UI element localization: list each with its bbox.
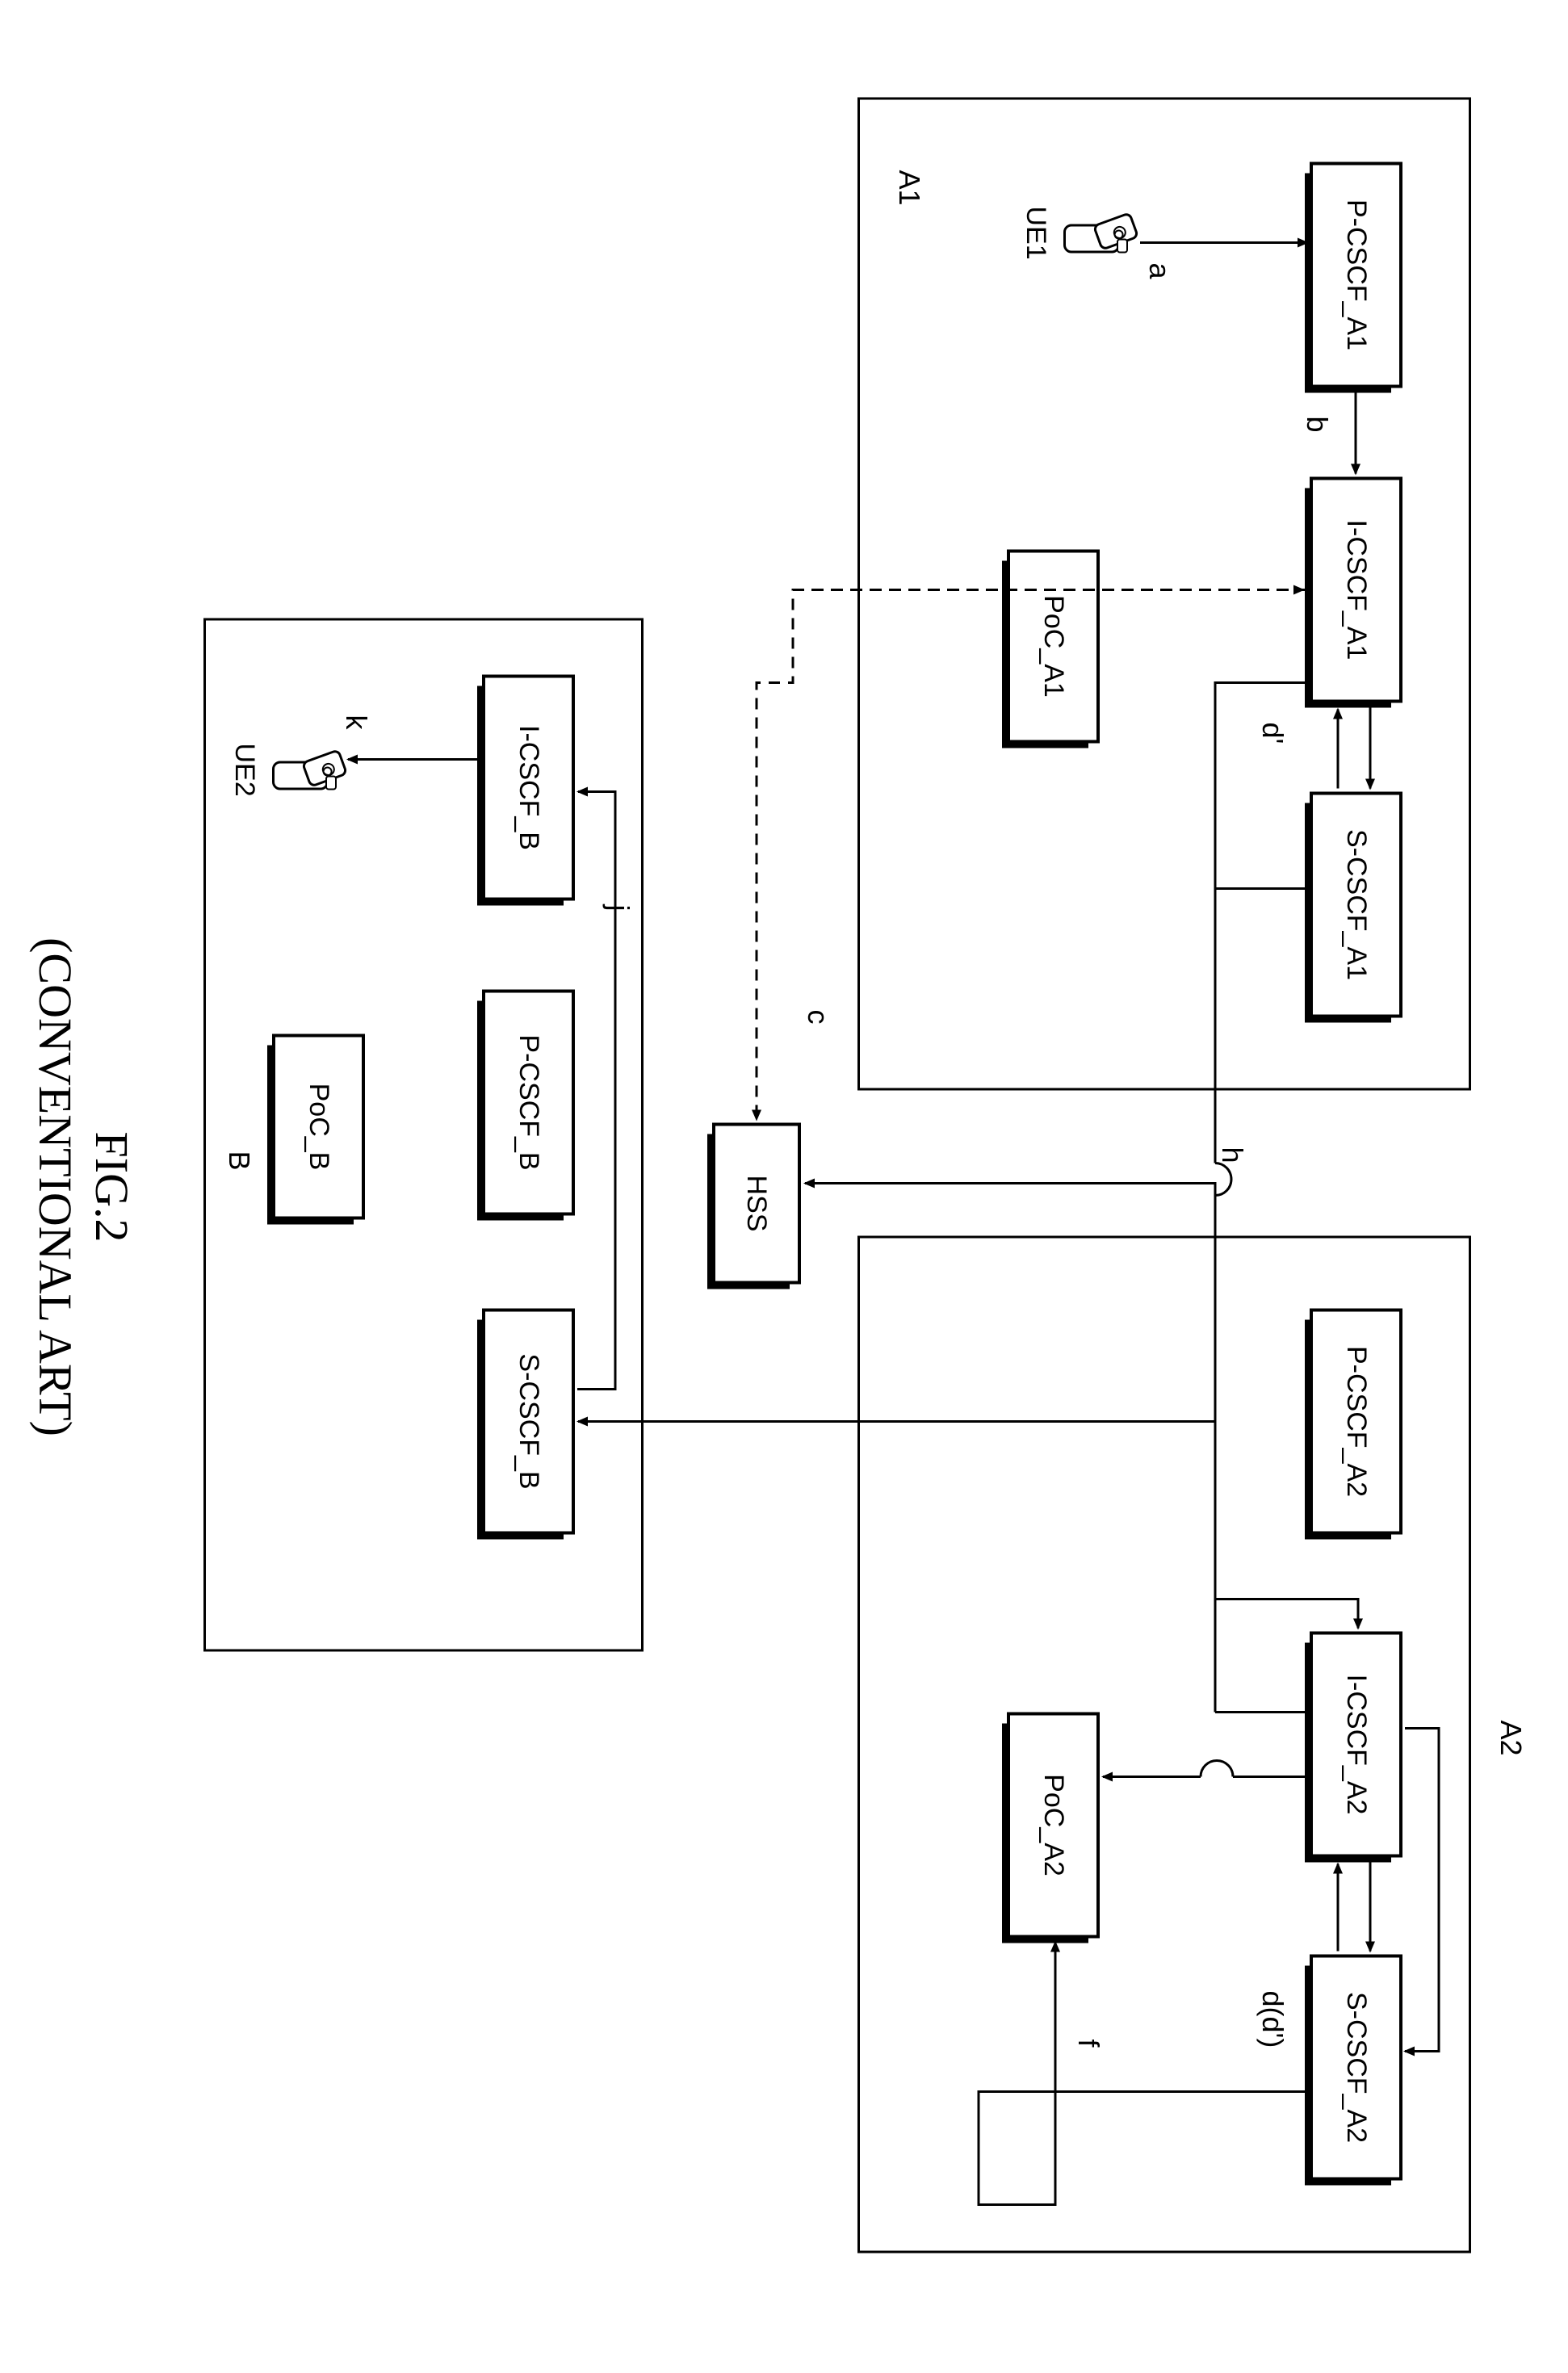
- block-i-cscf-a1: I-CSCF_A1: [1310, 476, 1402, 702]
- block-poc-a2: PoC_A2: [1007, 1712, 1100, 1938]
- edge-label-d-prime-a1: d': [1256, 722, 1289, 744]
- edge-label-h: h: [1215, 1147, 1249, 1163]
- phone-ue2: [268, 751, 345, 799]
- phone-ue1-label: UE1: [1020, 206, 1051, 259]
- block-poc-a1: PoC_A1: [1007, 549, 1100, 743]
- phone-ue2-label: UE2: [228, 743, 260, 796]
- edge-label-k: k: [339, 715, 373, 729]
- block-label: PoC_B: [303, 1083, 334, 1170]
- edge-label-j: j: [602, 904, 635, 911]
- region-a1-label: A1: [892, 170, 926, 205]
- block-p-cscf-a1: P-CSCF_A1: [1310, 161, 1402, 388]
- block-hss: HSS: [712, 1122, 801, 1284]
- region-b-label: B: [222, 1151, 256, 1170]
- edge-label-f: f: [1071, 2039, 1105, 2047]
- phone-ue1: [1059, 214, 1136, 262]
- block-label: PoC_A1: [1038, 595, 1069, 698]
- block-p-cscf-b: P-CSCF_B: [482, 989, 575, 1215]
- block-s-cscf-b: S-CSCF_B: [482, 1308, 575, 1534]
- figure-subtitle: (CONVENTIONAL ART): [28, 0, 82, 2373]
- edge-label-c: c: [801, 1009, 835, 1024]
- block-s-cscf-a1: S-CSCF_A1: [1310, 791, 1402, 1017]
- block-i-cscf-a2: I-CSCF_A2: [1310, 1631, 1402, 1857]
- block-i-cscf-b: I-CSCF_B: [482, 674, 575, 900]
- block-label: S-CSCF_A2: [1340, 1991, 1372, 2142]
- block-label: S-CSCF_A1: [1340, 828, 1372, 979]
- edge-label-b: b: [1300, 416, 1334, 432]
- block-label: HSS: [741, 1175, 773, 1231]
- figure-number: FIG.2: [85, 0, 139, 2373]
- block-label: PoC_A2: [1038, 1774, 1069, 1876]
- block-p-cscf-a2: P-CSCF_A2: [1310, 1308, 1402, 1534]
- edge-label-a: a: [1142, 262, 1176, 279]
- block-label: I-CSCF_A1: [1340, 519, 1372, 660]
- edge-label-d-a2: d(d'): [1256, 1990, 1289, 2048]
- block-label: P-CSCF_B: [513, 1034, 544, 1170]
- region-a2-label: A2: [1494, 1720, 1528, 1755]
- block-label: P-CSCF_A2: [1340, 1345, 1372, 1496]
- block-label: P-CSCF_A1: [1340, 199, 1372, 350]
- block-label: I-CSCF_B: [513, 725, 544, 850]
- block-label: S-CSCF_B: [513, 1353, 544, 1489]
- block-label: I-CSCF_A2: [1340, 1674, 1372, 1814]
- block-poc-b: PoC_B: [272, 1033, 365, 1219]
- block-s-cscf-a2: S-CSCF_A2: [1310, 1954, 1402, 2180]
